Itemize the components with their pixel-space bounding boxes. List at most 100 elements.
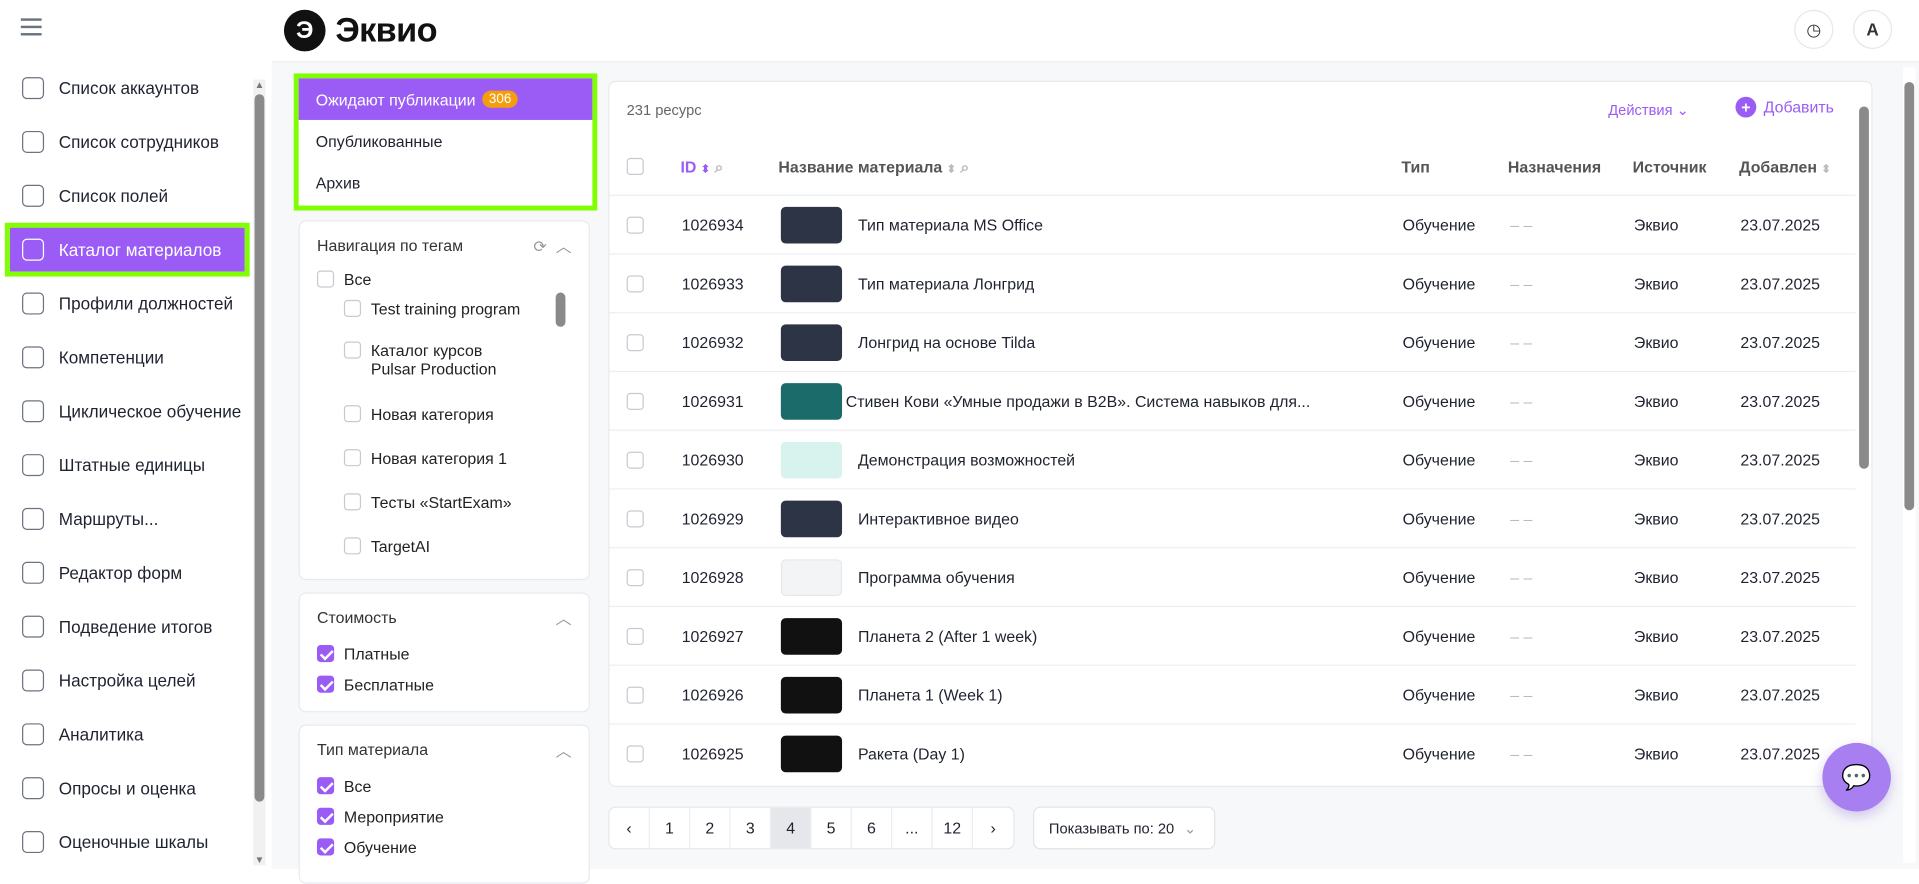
table-row[interactable]: 1026931 Стивен Кови «Умные продажи в B2B…	[609, 370, 1856, 430]
collapse-icon[interactable]: ︿	[556, 237, 572, 255]
tag-item[interactable]: Test training program	[343, 299, 528, 318]
col-id[interactable]: ID ⬍ ⌕	[680, 158, 723, 178]
page-button[interactable]: ...	[892, 807, 933, 849]
sidebar-item[interactable]: Циклическое обучение	[10, 389, 245, 433]
status-tab[interactable]: Ожидают публикации 306	[298, 78, 593, 120]
table-row[interactable]: 1026929 Интерактивное видео Обучение – –…	[609, 488, 1856, 547]
tag-checkbox[interactable]	[343, 341, 362, 359]
page-button[interactable]: 4	[771, 807, 812, 849]
row-checkbox[interactable]	[626, 274, 644, 292]
sidebar-item[interactable]: Редактор форм	[10, 551, 245, 595]
tag-item[interactable]: TargetAI	[343, 537, 528, 556]
table-row[interactable]: 1026934 Тип материала MS Office Обучение…	[609, 194, 1856, 254]
row-checkbox[interactable]	[626, 333, 644, 351]
history-button[interactable]: ◷	[1794, 9, 1834, 49]
tag-checkbox[interactable]	[343, 449, 362, 467]
tag-item[interactable]: Новая категория 1	[343, 449, 528, 468]
row-checkbox[interactable]	[626, 392, 644, 410]
table-row[interactable]: 1026926 Планета 1 (Week 1) Обучение – – …	[609, 664, 1856, 724]
sidebar-item[interactable]: Маршруты...	[10, 497, 245, 541]
page-scrollbar[interactable]	[1903, 67, 1916, 863]
row-checkbox[interactable]	[626, 216, 644, 234]
page-button[interactable]: 12	[933, 807, 974, 849]
page-size-select[interactable]: Показывать по: 20 ⌄	[1032, 806, 1216, 850]
sidebar-item[interactable]: Список сотрудников	[10, 120, 245, 164]
filter-checkbox[interactable]	[316, 644, 335, 663]
tag-item[interactable]: Новая категория	[343, 405, 528, 423]
status-tab[interactable]: Опубликованные	[299, 120, 593, 162]
row-checkbox[interactable]	[626, 509, 644, 527]
table-row[interactable]: 1026930 Демонстрация возможностей Обучен…	[609, 429, 1856, 489]
tag-checkbox[interactable]	[343, 537, 362, 555]
logo[interactable]: Э Эквио	[283, 9, 438, 52]
page-button[interactable]: 2	[690, 807, 731, 849]
avatar[interactable]: A	[1852, 9, 1893, 49]
sidebar-item[interactable]: Подведение итогов	[10, 605, 245, 649]
sidebar-item[interactable]: Оценочные шкалы	[10, 820, 245, 864]
chat-button[interactable]: 💬	[1822, 742, 1891, 812]
refresh-icon[interactable]: ⟳	[533, 237, 546, 255]
filter-option[interactable]: Бесплатные	[316, 675, 434, 694]
page-button[interactable]: 5	[811, 807, 852, 849]
select-all-checkbox[interactable]	[626, 157, 644, 176]
table-scrollbar[interactable]	[1857, 91, 1871, 780]
sidebar-item[interactable]: Список полей	[10, 174, 245, 218]
row-checkbox[interactable]	[626, 744, 644, 762]
menu-icon[interactable]	[20, 18, 42, 36]
cell-name[interactable]: Интерактивное видео	[858, 509, 1019, 527]
sidebar-item[interactable]: Компетенции	[10, 335, 245, 379]
filter-option[interactable]: Мероприятие	[316, 807, 444, 826]
page-button[interactable]: 1	[650, 807, 691, 849]
table-row[interactable]: 1026933 Тип материала Лонгрид Обучение –…	[609, 253, 1856, 312]
row-checkbox[interactable]	[626, 451, 644, 469]
cell-name[interactable]: Стивен Кови «Умные продажи в B2B». Систе…	[846, 392, 1311, 410]
sidebar-item[interactable]: Список аккаунтов	[10, 66, 245, 110]
cell-name[interactable]: Лонгрид на основе Tilda	[858, 333, 1035, 351]
col-name[interactable]: Название материала ⬍ ⌕	[778, 158, 969, 178]
collapse-icon[interactable]: ︿	[556, 605, 572, 628]
prev-page-button[interactable]: ‹	[610, 807, 650, 849]
cell-name[interactable]: Планета 2 (After 1 week)	[858, 627, 1037, 645]
cell-name[interactable]: Ракета (Day 1)	[858, 744, 965, 762]
cell-name[interactable]: Тип материала Лонгрид	[858, 274, 1034, 292]
tag-checkbox[interactable]	[343, 405, 362, 423]
cell-name[interactable]: Демонстрация возможностей	[858, 450, 1075, 468]
tag-item[interactable]: Каталог курсов Pulsar Production	[343, 341, 528, 378]
filter-option[interactable]: Все	[316, 777, 371, 796]
cell-name[interactable]: Планета 1 (Week 1)	[858, 685, 1003, 703]
tag-item[interactable]: Тесты «StartExam»	[343, 493, 528, 512]
page-button[interactable]: 3	[731, 807, 772, 849]
filter-option[interactable]: Обучение	[316, 838, 417, 857]
sidebar-item[interactable]: Опросы и оценка	[10, 766, 245, 810]
tag-all-checkbox[interactable]	[316, 270, 335, 288]
actions-dropdown[interactable]: Действия ⌄	[1608, 102, 1689, 119]
filter-checkbox[interactable]	[316, 807, 335, 825]
next-page-button[interactable]: ›	[973, 808, 1013, 848]
filter-checkbox[interactable]	[316, 675, 335, 693]
table-row[interactable]: 1026932 Лонгрид на основе Tilda Обучение…	[609, 312, 1856, 371]
table-row[interactable]: 1026927 Планета 2 (After 1 week) Обучени…	[609, 605, 1856, 665]
cell-name[interactable]: Программа обучения	[858, 568, 1015, 586]
page-button[interactable]: 6	[852, 807, 893, 849]
sidebar-item[interactable]: Настройка целей	[10, 658, 245, 702]
sidebar-item[interactable]: Штатные единицы	[10, 443, 245, 487]
tags-scrollbar[interactable]	[554, 275, 567, 557]
status-tab[interactable]: Архив	[299, 162, 593, 204]
sidebar-item[interactable]: Профили должностей	[10, 281, 245, 325]
collapse-icon[interactable]: ︿	[556, 737, 572, 760]
cell-name[interactable]: Тип материала MS Office	[858, 215, 1043, 233]
row-checkbox[interactable]	[626, 568, 644, 586]
add-button[interactable]: + Добавить	[1735, 96, 1834, 118]
sidebar-scrollbar[interactable]: ▲ ▼	[253, 79, 266, 865]
row-checkbox[interactable]	[626, 685, 644, 704]
col-added[interactable]: Добавлен ⬍	[1739, 158, 1831, 176]
tag-checkbox[interactable]	[343, 299, 362, 317]
sidebar-item[interactable]: Аналитика	[10, 712, 245, 756]
table-row[interactable]: 1026928 Программа обучения Обучение – – …	[609, 547, 1856, 606]
sidebar-item[interactable]: Каталог материалов	[4, 222, 250, 277]
filter-checkbox[interactable]	[316, 838, 335, 856]
tag-checkbox[interactable]	[343, 493, 362, 511]
filter-checkbox[interactable]	[316, 777, 335, 795]
row-checkbox[interactable]	[626, 627, 644, 645]
filter-option[interactable]: Платные	[316, 644, 410, 663]
